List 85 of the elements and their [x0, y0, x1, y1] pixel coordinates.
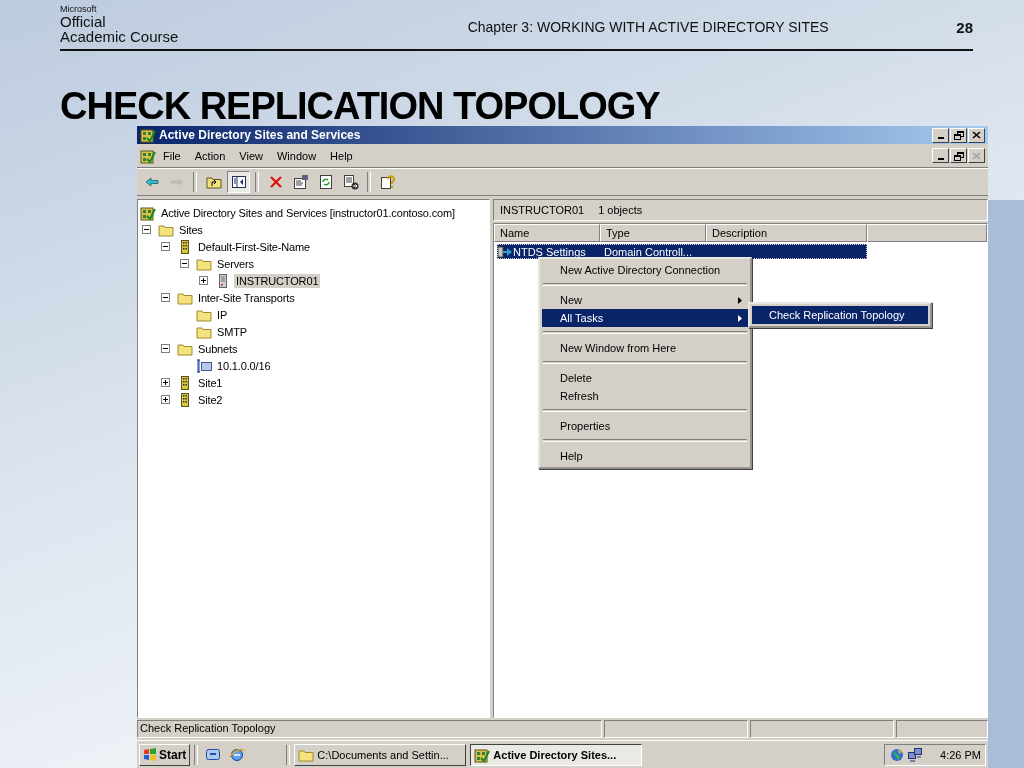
tree-item[interactable]: INSTRUCTOR01: [234, 273, 321, 288]
object-count: 1 objects: [598, 204, 643, 216]
expand-toggle-icon[interactable]: [199, 276, 208, 285]
expand-toggle-icon[interactable]: [180, 259, 189, 268]
tree-item[interactable]: Site2: [196, 392, 225, 407]
list-cell: NTDS Settings: [513, 245, 586, 258]
menu-item[interactable]: Window: [269, 149, 324, 162]
back-arrow-icon: [143, 174, 160, 190]
globe-icon: [889, 746, 905, 763]
close-button[interactable]: [968, 127, 985, 143]
list-row[interactable]: NTDS Settings Domain Controll...: [497, 244, 867, 259]
windows-flag-icon: [143, 747, 157, 762]
menu-item[interactable]: Delete: [542, 369, 748, 387]
expand-toggle-icon[interactable]: [161, 378, 170, 387]
taskbar-button[interactable]: C:\Documents and Settin...: [294, 743, 467, 766]
properties-icon: [292, 174, 309, 190]
window-title: Active Directory Sites and Services: [159, 128, 362, 142]
logo-text: Academic Course: [60, 29, 180, 44]
tree-item[interactable]: Subnets: [196, 341, 240, 356]
minimize-button[interactable]: [932, 127, 949, 143]
tree-item[interactable]: Servers: [215, 256, 256, 271]
column-header[interactable]: Name: [494, 224, 600, 242]
expand-toggle-icon[interactable]: [161, 242, 170, 251]
column-header[interactable]: Type: [600, 224, 706, 242]
menu-item[interactable]: New Window from Here: [542, 339, 748, 357]
menu-item[interactable]: View: [232, 149, 270, 162]
console-icon: [474, 746, 491, 763]
tree-item[interactable]: 10.1.0.0/16: [215, 358, 273, 373]
clock: 4:26 PM: [940, 748, 981, 761]
delete-icon: [267, 174, 284, 190]
menu-item[interactable]: Help: [542, 447, 748, 465]
logo-text: Official: [60, 14, 107, 29]
minimize-icon: [937, 157, 944, 160]
console-icon: [140, 204, 156, 221]
page-number: 28: [956, 18, 973, 36]
slide-title: CHECK REPLICATION TOPOLOGY: [60, 84, 661, 126]
close-icon: [970, 129, 983, 141]
restore-button[interactable]: [950, 127, 967, 143]
connection-icon: [497, 244, 513, 259]
start-button[interactable]: Start: [139, 743, 191, 766]
details-title: INSTRUCTOR01: [500, 204, 585, 216]
tree-item[interactable]: IP: [215, 307, 230, 322]
menu-item[interactable]: Refresh: [542, 387, 748, 405]
list-cell-text: Domain Controll...: [603, 245, 693, 258]
minimize-icon: [937, 137, 944, 139]
browser-icon: [229, 746, 246, 763]
network-computers-icon: [907, 746, 923, 763]
network-icon: [196, 357, 212, 374]
menu-item[interactable]: New: [542, 291, 748, 309]
export-list-icon: [342, 174, 359, 190]
status-text: Check Replication Topology: [137, 720, 602, 738]
taskbar-button[interactable]: Active Directory Sites...: [470, 743, 643, 766]
desktop-icon: [205, 746, 222, 763]
column-header[interactable]: [867, 224, 987, 242]
tree-item[interactable]: SMTP: [215, 324, 249, 339]
help-icon: [379, 174, 396, 190]
chapter-title: Chapter 3: WORKING WITH ACTIVE DIRECTORY SITES: [466, 18, 830, 35]
restore-button[interactable]: [950, 148, 967, 163]
tree-item[interactable]: Site1: [196, 375, 225, 390]
expand-toggle-icon[interactable]: [161, 344, 170, 353]
menu-item[interactable]: All Tasks: [542, 309, 748, 327]
toolbar-button[interactable]: [227, 171, 250, 193]
menu-item[interactable]: Properties: [542, 417, 748, 435]
column-header[interactable]: Description: [706, 224, 867, 242]
tree-item[interactable]: Inter-Site Transports: [196, 290, 297, 305]
minimize-button[interactable]: [932, 148, 949, 163]
tree-item[interactable]: Active Directory Sites and Services [instructor01.contoso.com]: [159, 205, 457, 220]
menu-item[interactable]: Check Replication Topology: [752, 306, 928, 324]
console-icon: [140, 147, 156, 164]
refresh-icon: [317, 174, 334, 190]
expand-toggle-icon[interactable]: [142, 225, 151, 234]
expand-toggle-icon[interactable]: [161, 293, 170, 302]
restore-icon: [952, 129, 965, 141]
tree-item[interactable]: Sites: [177, 222, 205, 237]
expand-toggle-icon[interactable]: [161, 395, 170, 404]
panel-icon: [230, 174, 247, 190]
tree-item[interactable]: Default-First-Site-Name: [196, 239, 313, 254]
menu-item[interactable]: Help: [323, 149, 360, 162]
menu-item[interactable]: File: [156, 149, 188, 162]
console-icon: [140, 127, 156, 143]
menu-item[interactable]: New Active Directory Connection: [542, 261, 748, 279]
folder-up-icon: [205, 174, 222, 190]
close-icon: [970, 149, 983, 162]
menu-item[interactable]: Action: [187, 149, 233, 162]
logo-brand: Microsoft: [60, 4, 98, 14]
